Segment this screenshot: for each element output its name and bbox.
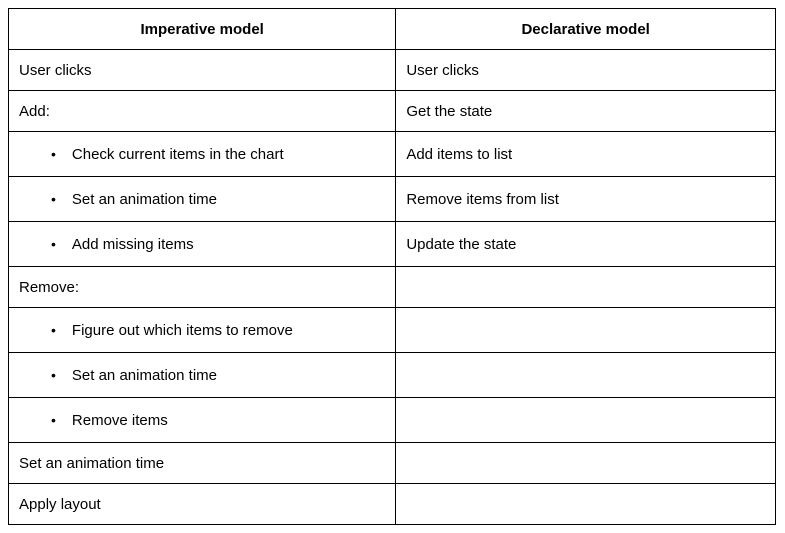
cell-text: Add items to list	[396, 132, 775, 176]
cell-text	[396, 398, 775, 442]
table-row: Check current items in the chart Add ite…	[9, 132, 776, 177]
cell-text	[396, 267, 775, 307]
table-header-row: Imperative model Declarative model	[9, 9, 776, 50]
table-row: Add: Get the state	[9, 91, 776, 132]
cell-text	[396, 443, 775, 483]
table-row: Set an animation time Remove items from …	[9, 177, 776, 222]
cell-text: Add missing items	[72, 236, 194, 253]
cell-text: Set an animation time	[72, 191, 217, 208]
cell-text: Check current items in the chart	[72, 146, 284, 163]
table-row: Set an animation time	[9, 443, 776, 484]
cell-text	[396, 308, 775, 352]
bullet-item: Remove items	[9, 398, 395, 442]
bullet-item: Set an animation time	[9, 177, 395, 221]
cell-text: User clicks	[9, 50, 395, 90]
cell-text: User clicks	[396, 50, 775, 90]
table-row: Remove:	[9, 267, 776, 308]
table-row: User clicks User clicks	[9, 50, 776, 91]
header-left-label: Imperative model	[140, 21, 263, 38]
table-row: Add missing items Update the state	[9, 222, 776, 267]
bullet-item: Add missing items	[9, 222, 395, 266]
bullet-item: Figure out which items to remove	[9, 308, 395, 352]
comparison-table: Imperative model Declarative model User …	[8, 8, 776, 525]
cell-text	[396, 484, 775, 524]
table-row: Set an animation time	[9, 353, 776, 398]
cell-text: Remove:	[9, 267, 395, 307]
bullet-item: Check current items in the chart	[9, 132, 395, 176]
cell-text: Get the state	[396, 91, 775, 131]
cell-text: Figure out which items to remove	[72, 322, 293, 339]
cell-text: Set an animation time	[72, 367, 217, 384]
table-row: Figure out which items to remove	[9, 308, 776, 353]
cell-text: Add:	[9, 91, 395, 131]
cell-text	[396, 353, 775, 397]
header-imperative: Imperative model	[9, 9, 396, 50]
cell-text: Set an animation time	[9, 443, 395, 483]
cell-text: Remove items	[72, 412, 168, 429]
header-declarative: Declarative model	[396, 9, 776, 50]
header-right-label: Declarative model	[521, 21, 649, 38]
bullet-item: Set an animation time	[9, 353, 395, 397]
cell-text: Update the state	[396, 222, 775, 266]
table-row: Apply layout	[9, 484, 776, 525]
table-row: Remove items	[9, 398, 776, 443]
cell-text: Apply layout	[9, 484, 395, 524]
cell-text: Remove items from list	[396, 177, 775, 221]
